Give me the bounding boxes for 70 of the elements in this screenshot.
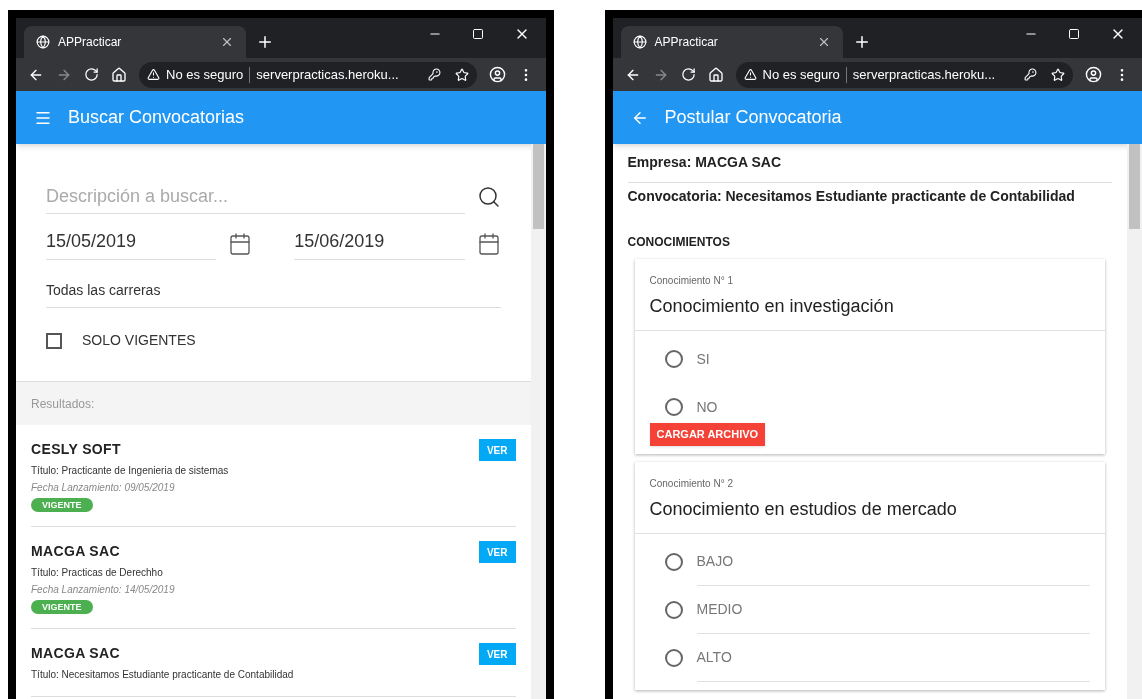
upload-button[interactable]: CARGAR ARCHIVO bbox=[649, 423, 766, 446]
close-tab-icon[interactable] bbox=[220, 35, 234, 49]
address-bar[interactable]: No es seguro serverpracticas.heroku... bbox=[735, 61, 1073, 88]
app-title: Buscar Convocatorias bbox=[68, 106, 245, 129]
call-heading: Convocatoria: Necesitamos Estudiante practicante de Contabilidad bbox=[627, 187, 1076, 206]
home-icon[interactable] bbox=[707, 66, 724, 83]
globe-icon bbox=[36, 35, 50, 49]
reload-icon[interactable] bbox=[84, 67, 99, 82]
scrollbar[interactable] bbox=[530, 144, 546, 699]
profile-icon[interactable] bbox=[488, 66, 506, 83]
card-title: Conocimiento en estudios de mercado bbox=[649, 497, 958, 521]
search-field[interactable]: Descripción a buscar... bbox=[46, 180, 465, 214]
career-select[interactable]: Todas las carreras bbox=[46, 280, 501, 308]
radio-button[interactable] bbox=[664, 648, 683, 667]
date-field[interactable]: 15/06/2019 bbox=[294, 228, 465, 260]
launch-date: Fecha Lanzamiento: 09/05/2019 bbox=[31, 481, 176, 495]
warning-icon bbox=[743, 68, 757, 81]
browser-tab[interactable]: APPracticar bbox=[24, 26, 246, 58]
warning-icon bbox=[147, 68, 160, 81]
date-field[interactable]: 15/05/2019 bbox=[46, 228, 217, 260]
section-heading: CONOCIMIENTOS bbox=[627, 234, 731, 251]
calendar-icon[interactable] bbox=[228, 232, 253, 256]
key-icon[interactable] bbox=[1024, 68, 1037, 81]
option-label: NO bbox=[696, 397, 719, 417]
home-icon[interactable] bbox=[111, 66, 127, 83]
star-icon[interactable] bbox=[1051, 67, 1065, 82]
checkbox-label: SOLO VIGENTES bbox=[82, 331, 196, 350]
key-icon[interactable] bbox=[427, 68, 441, 81]
launch-date: Fecha Lanzamiento: 14/05/2019 bbox=[31, 583, 176, 597]
card-number: Conocimiento N° 2 bbox=[649, 476, 734, 491]
globe-icon bbox=[632, 35, 647, 49]
search-icon[interactable] bbox=[476, 185, 501, 209]
security-label: No es seguro bbox=[166, 65, 244, 84]
scrollbar[interactable] bbox=[1127, 144, 1142, 699]
radio-button[interactable] bbox=[664, 552, 683, 571]
star-icon[interactable] bbox=[454, 67, 469, 82]
radio-button[interactable] bbox=[664, 600, 683, 619]
option-label: MEDIO bbox=[696, 585, 1090, 634]
new-tab-icon[interactable] bbox=[256, 33, 274, 51]
radio-button[interactable] bbox=[664, 398, 683, 416]
profile-icon[interactable] bbox=[1085, 66, 1102, 83]
tab-title: APPracticar bbox=[58, 34, 123, 51]
card-title: Conocimiento en investigación bbox=[649, 295, 895, 318]
job-title: Título: Practicas de Derechho bbox=[31, 566, 164, 580]
maximize-icon[interactable] bbox=[1068, 28, 1080, 40]
security-label: No es seguro bbox=[762, 65, 840, 84]
reload-icon[interactable] bbox=[680, 67, 696, 82]
company-name: MACGA SAC bbox=[31, 644, 121, 663]
company-name: CESLY SOFT bbox=[31, 440, 122, 459]
status-badge: VIGENTE bbox=[31, 600, 93, 614]
radio-button[interactable] bbox=[664, 350, 683, 368]
company-name: MACGA SAC bbox=[31, 542, 121, 561]
tab-title: APPracticar bbox=[654, 34, 719, 51]
option-label: ALTO bbox=[696, 633, 1090, 682]
url-text: serverpracticas.heroku... bbox=[852, 65, 997, 84]
job-title: Título: Necesitamos Estudiante practicante de Contabilidad bbox=[31, 668, 295, 682]
company-heading: Empresa: MACGA SAC bbox=[627, 144, 1112, 183]
calendar-icon[interactable] bbox=[476, 232, 501, 256]
status-badge: VIGENTE bbox=[31, 498, 93, 512]
option-label: BAJO bbox=[696, 537, 1090, 586]
browser-tab[interactable]: APPracticar bbox=[620, 26, 843, 58]
url-text: serverpracticas.heroku... bbox=[256, 65, 400, 84]
checkbox[interactable] bbox=[46, 332, 62, 349]
address-bar[interactable]: No es seguro serverpracticas.heroku... bbox=[139, 61, 477, 88]
job-title: Título: Practicante de Ingenieria de sistemas bbox=[31, 464, 230, 478]
maximize-icon[interactable] bbox=[471, 28, 484, 40]
results-label: Resultados: bbox=[31, 395, 95, 413]
option-label: SI bbox=[696, 349, 711, 369]
app-title: Postular Convocatoria bbox=[664, 106, 842, 129]
card-number: Conocimiento N° 1 bbox=[649, 274, 734, 288]
